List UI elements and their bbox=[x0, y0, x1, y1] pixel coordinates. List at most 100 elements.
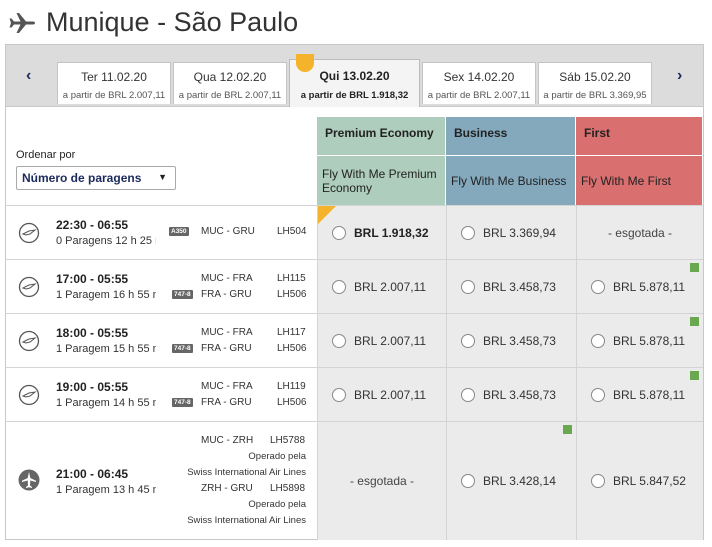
date-tab-4[interactable]: Sex 14.02.20 a partir de BRL 2.007,11 bbox=[422, 62, 536, 104]
flight-number[interactable]: LH5898 bbox=[270, 483, 305, 494]
fare-radio[interactable] bbox=[332, 279, 346, 294]
aircraft-badge: 747-8 bbox=[172, 290, 193, 299]
date-tab-price: a partir de BRL 2.007,11 bbox=[427, 90, 531, 101]
flight-duration: 0 Paragens 12 h 25 m bbox=[56, 235, 156, 247]
fare-cell-first[interactable]: BRL 5.878,11 bbox=[576, 260, 703, 313]
date-tab-date: Qui 13.02.20 bbox=[319, 69, 390, 83]
segment-route: FRA - GRU bbox=[201, 343, 252, 354]
segment-route: FRA - GRU bbox=[201, 397, 252, 408]
fare-price: BRL 3.428,14 bbox=[483, 474, 556, 488]
segment-route: MUC - FRA bbox=[201, 273, 253, 284]
aircraft-badge: 747-8 bbox=[172, 344, 193, 353]
flight-number[interactable]: LH119 bbox=[277, 381, 306, 392]
flight-duration: 1 Paragem 13 h 45 m bbox=[56, 484, 156, 496]
flight-times: 18:00 - 05:55 bbox=[56, 326, 129, 340]
segment-route: MUC - FRA bbox=[201, 327, 253, 338]
fare-radio[interactable] bbox=[591, 474, 605, 488]
fare-cell-first[interactable]: BRL 5.878,11 bbox=[576, 314, 703, 367]
flight-duration: 1 Paragem 15 h 55 m bbox=[56, 343, 156, 355]
fare-price: BRL 2.007,11 bbox=[354, 279, 427, 294]
fare-cell-premium-economy[interactable]: BRL 2.007,11 bbox=[317, 260, 446, 313]
lowest-fare-flag bbox=[318, 206, 336, 224]
fare-cell-first: - esgotada - bbox=[576, 206, 703, 259]
fare-radio[interactable] bbox=[332, 387, 346, 402]
fare-cell-premium-economy: - esgotada - bbox=[317, 422, 446, 540]
flight-row: 17:00 - 05:55 1 Paragem 16 h 55 m 747-8 … bbox=[6, 259, 703, 313]
fare-cell-premium-economy[interactable]: BRL 2.007,11 bbox=[317, 314, 446, 367]
fare-cell-business[interactable]: BRL 3.458,73 bbox=[446, 314, 576, 367]
date-tab-5[interactable]: Sáb 15.02.20 a partir de BRL 3.369,95 bbox=[538, 62, 652, 104]
fare-radio[interactable] bbox=[591, 279, 605, 294]
fare-price: BRL 3.369,94 bbox=[483, 225, 556, 240]
sort-dropdown[interactable]: Número de paragens ▼ bbox=[16, 166, 176, 190]
date-tab-date: Sex 14.02.20 bbox=[443, 70, 515, 84]
fare-radio[interactable] bbox=[461, 279, 475, 294]
date-tab-price: a partir de BRL 2.007,11 bbox=[62, 90, 166, 101]
fare-price: BRL 5.878,11 bbox=[613, 387, 686, 402]
date-tab-price: a partir de BRL 3.369,95 bbox=[543, 90, 647, 101]
date-tab-price: a partir de BRL 2.007,11 bbox=[178, 90, 282, 101]
cabin-header-first: First bbox=[576, 117, 703, 155]
flight-number[interactable]: LH5788 bbox=[270, 435, 305, 446]
fare-cell-first[interactable]: BRL 5.847,52 bbox=[576, 422, 703, 540]
page-header: Munique - São Paulo bbox=[0, 0, 712, 44]
next-dates-chevron-right-icon[interactable]: › bbox=[677, 67, 682, 85]
flight-duration: 1 Paragem 14 h 55 m bbox=[56, 397, 156, 409]
date-tab-2[interactable]: Qua 12.02.20 a partir de BRL 2.007,11 bbox=[173, 62, 287, 104]
date-tab-price: a partir de BRL 1.918,32 bbox=[300, 90, 409, 101]
lufthansa-logo-icon bbox=[18, 222, 40, 244]
prev-dates-chevron-left-icon[interactable]: ‹ bbox=[26, 67, 31, 85]
aircraft-badge: 747-8 bbox=[172, 398, 193, 407]
fare-price: BRL 3.458,73 bbox=[483, 333, 556, 348]
flight-number[interactable]: LH504 bbox=[277, 226, 306, 237]
segment-route: FRA - GRU bbox=[201, 289, 252, 300]
flight-number[interactable]: LH115 bbox=[277, 273, 306, 284]
fare-radio[interactable] bbox=[461, 387, 475, 402]
date-tab-3-selected[interactable]: Qui 13.02.20 a partir de BRL 1.918,32 bbox=[289, 54, 420, 108]
operating-airline: Swiss International Air Lines bbox=[187, 467, 306, 478]
swiss-logo-icon bbox=[18, 469, 40, 491]
fare-cell-business[interactable]: BRL 3.369,94 bbox=[446, 206, 576, 259]
fare-radio[interactable] bbox=[591, 387, 605, 402]
fare-price: BRL 1.918,32 bbox=[354, 225, 429, 240]
flight-number[interactable]: LH506 bbox=[277, 289, 306, 300]
fare-price: BRL 3.458,73 bbox=[483, 279, 556, 294]
fare-cell-business[interactable]: BRL 3.458,73 bbox=[446, 368, 576, 421]
fare-cell-business[interactable]: BRL 3.428,14 bbox=[446, 422, 576, 540]
plane-icon bbox=[9, 13, 35, 33]
flight-number[interactable]: LH506 bbox=[277, 397, 306, 408]
segment-route: MUC - FRA bbox=[201, 381, 253, 392]
chevron-down-icon: ▼ bbox=[158, 172, 167, 182]
flight-row: 21:00 - 06:45 1 Paragem 13 h 45 m MUC - … bbox=[6, 421, 703, 540]
fare-price: BRL 5.847,52 bbox=[613, 474, 686, 488]
cabin-header-business: Business bbox=[446, 117, 576, 155]
flight-times: 17:00 - 05:55 bbox=[56, 272, 129, 286]
flights-table: Premium Economy Business First Fly With … bbox=[5, 107, 704, 540]
fare-radio[interactable] bbox=[332, 225, 346, 240]
flight-number[interactable]: LH117 bbox=[277, 327, 306, 338]
fare-cell-first[interactable]: BRL 5.878,11 bbox=[576, 368, 703, 421]
fare-radio[interactable] bbox=[461, 225, 475, 240]
aircraft-badge: A350 bbox=[169, 227, 189, 236]
fare-family-premium-economy: Fly With Me Premium Economy bbox=[317, 155, 446, 205]
fare-price: BRL 5.878,11 bbox=[613, 333, 686, 348]
fare-cell-premium-economy[interactable]: BRL 1.918,32 bbox=[317, 206, 446, 259]
fare-radio[interactable] bbox=[461, 333, 475, 348]
segment-route: ZRH - GRU bbox=[201, 483, 253, 494]
flight-number[interactable]: LH506 bbox=[277, 343, 306, 354]
sold-out-label: - esgotada - bbox=[349, 474, 415, 488]
segment-route: MUC - ZRH bbox=[201, 435, 254, 446]
sort-value: Número de paragens bbox=[22, 171, 142, 185]
flight-row: 22:30 - 06:55 0 Paragens 12 h 25 m A350 … bbox=[6, 205, 703, 259]
fare-cell-business[interactable]: BRL 3.458,73 bbox=[446, 260, 576, 313]
fare-radio[interactable] bbox=[591, 333, 605, 348]
date-selector: ‹ Ter 11.02.20 a partir de BRL 2.007,11 … bbox=[5, 44, 704, 108]
fare-radio[interactable] bbox=[461, 474, 475, 488]
date-tab-1[interactable]: Ter 11.02.20 a partir de BRL 2.007,11 bbox=[57, 62, 171, 104]
flight-row: 19:00 - 05:55 1 Paragem 14 h 55 m 747-8 … bbox=[6, 367, 703, 421]
date-tab-date: Ter 11.02.20 bbox=[81, 70, 147, 84]
sort-label: Ordenar por bbox=[16, 149, 76, 161]
fare-cell-premium-economy[interactable]: BRL 2.007,11 bbox=[317, 368, 446, 421]
fare-radio[interactable] bbox=[332, 333, 346, 348]
operated-by-label: Operado pela bbox=[248, 499, 306, 510]
